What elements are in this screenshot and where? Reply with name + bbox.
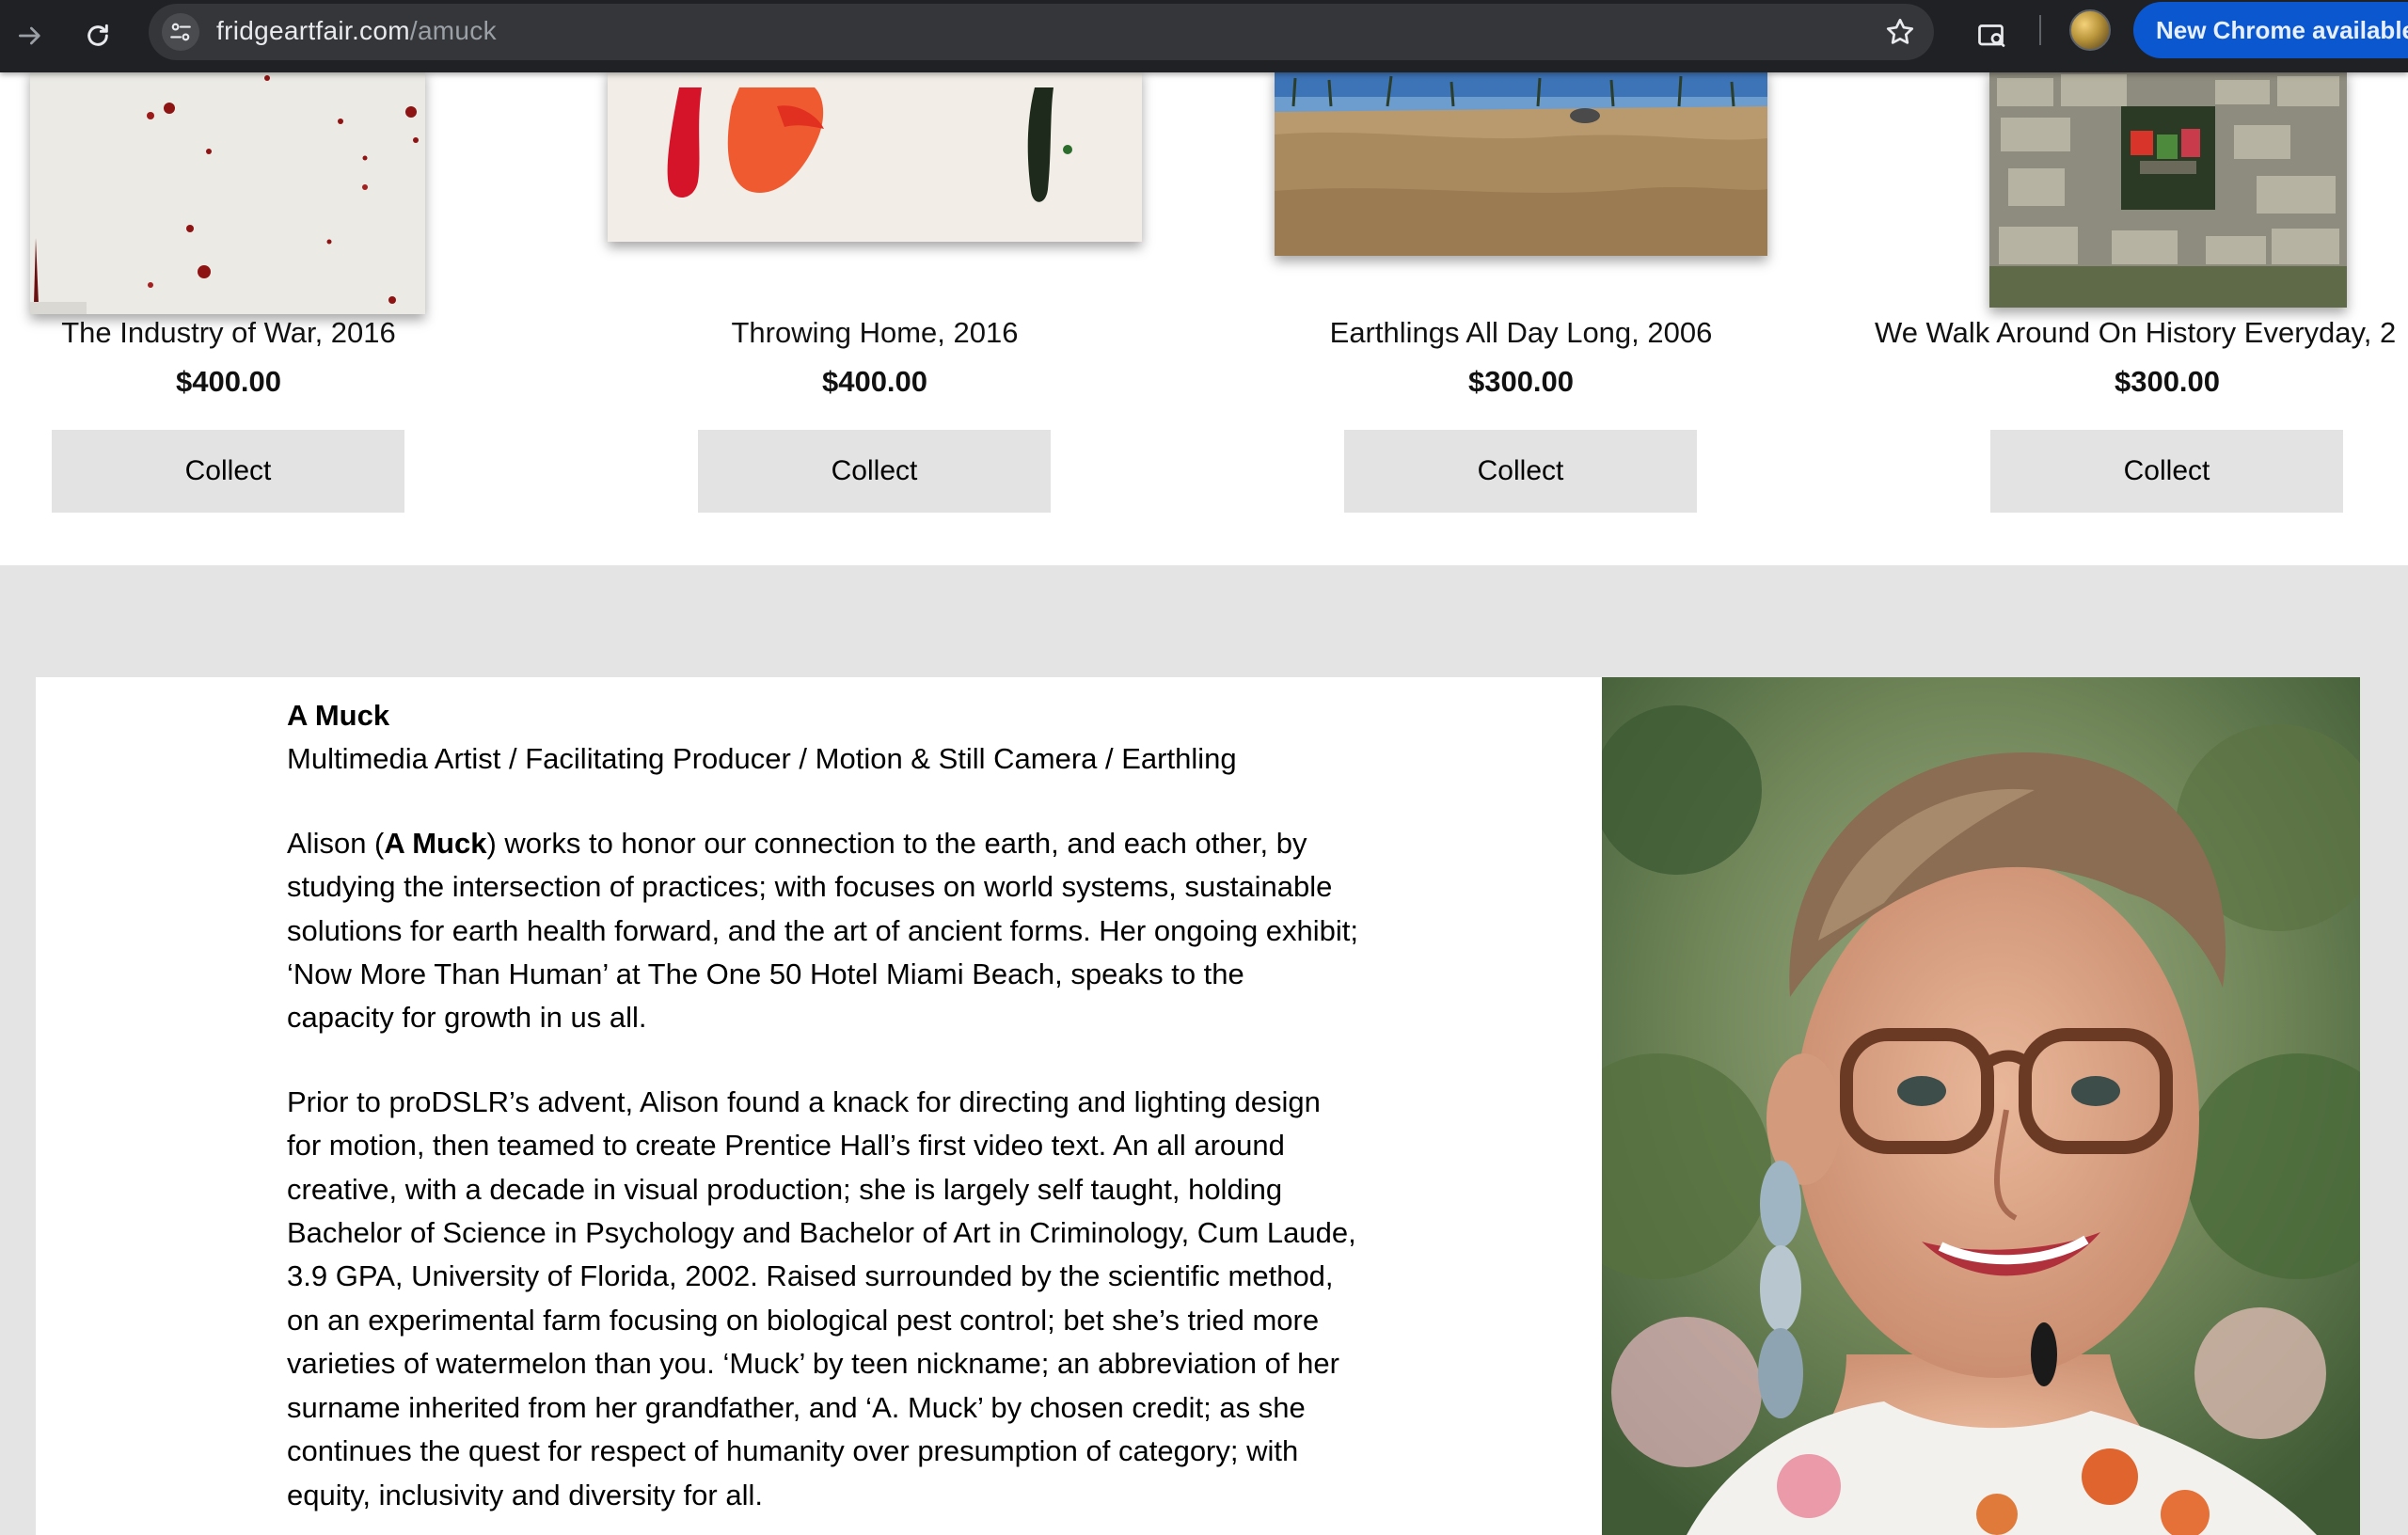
- bio-bold-name: A Muck: [384, 826, 487, 860]
- artist-name: A Muck: [287, 699, 390, 732]
- collect-button[interactable]: Collect: [1344, 430, 1697, 513]
- toolbar-divider: [2039, 15, 2041, 45]
- artist-bio: A Muck Multimedia Artist / Facilitating …: [287, 694, 1359, 1517]
- artwork-image-4[interactable]: [1989, 69, 2347, 308]
- arrow-right-icon: [19, 26, 40, 45]
- browser-toolbar: fridgeartfair.com/amuck New Chrome avail…: [0, 0, 2408, 72]
- reload-icon: [87, 24, 108, 46]
- url-domain: fridgeartfair.com: [216, 16, 410, 45]
- product-title[interactable]: The Industry of War, 2016: [0, 316, 558, 350]
- product-grid: The Industry of War, 2016 $400.00 Collec…: [0, 69, 2408, 565]
- bio-paragraph-1: Alison (A Muck) works to honor our conne…: [287, 822, 1359, 1040]
- url-path: /amuck: [409, 16, 497, 45]
- product-price: $400.00: [175, 365, 282, 398]
- site-info-icon[interactable]: [162, 13, 199, 51]
- chrome-update-button[interactable]: New Chrome available: [2133, 2, 2408, 58]
- product-price: $400.00: [821, 365, 928, 398]
- artwork-image-2[interactable]: [608, 69, 1142, 242]
- reload-button[interactable]: [71, 9, 124, 62]
- tab-search-button[interactable]: [1966, 9, 2019, 62]
- artwork-image-1[interactable]: [30, 69, 425, 314]
- artwork-image-3[interactable]: [1275, 69, 1767, 256]
- product-title[interactable]: We Walk Around On History Everyday, 2: [1875, 316, 2408, 350]
- bio-text: Alison (: [287, 826, 385, 860]
- product-price: $300.00: [1467, 365, 1575, 398]
- url-text[interactable]: fridgeartfair.com/amuck: [216, 16, 497, 46]
- artist-portrait: [1602, 677, 2360, 1535]
- product-price: $300.00: [2114, 365, 2221, 398]
- address-bar[interactable]: fridgeartfair.com/amuck: [149, 4, 1934, 60]
- profile-avatar[interactable]: [2069, 9, 2111, 51]
- tab-search-icon: [1978, 24, 2005, 47]
- collect-button[interactable]: Collect: [1990, 430, 2343, 513]
- bio-paragraph-2: Prior to proDSLR’s advent, Alison found …: [287, 1084, 1356, 1511]
- product-title[interactable]: Throwing Home, 2016: [546, 316, 1204, 350]
- artist-role: Multimedia Artist / Facilitating Produce…: [287, 742, 1237, 776]
- bookmark-star-icon[interactable]: [1883, 15, 1917, 49]
- collect-button[interactable]: Collect: [698, 430, 1051, 513]
- product-title[interactable]: Earthlings All Day Long, 2006: [1192, 316, 1850, 350]
- forward-button[interactable]: [4, 9, 56, 62]
- collect-button[interactable]: Collect: [52, 430, 404, 513]
